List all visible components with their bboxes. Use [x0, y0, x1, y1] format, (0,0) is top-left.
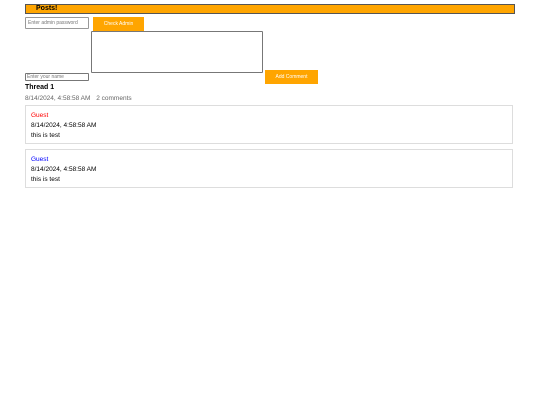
comment-timestamp: 8/14/2024, 4:58:58 AM — [31, 166, 97, 173]
header-bar: Posts! — [25, 4, 515, 14]
comment-timestamp: 8/14/2024, 4:58:58 AM — [31, 122, 97, 129]
thread-timestamp: 8/14/2024, 4:58:58 AM — [25, 95, 91, 102]
admin-password-input[interactable] — [25, 17, 89, 29]
page-title: Posts! — [36, 5, 58, 12]
comment-text: this is test — [31, 176, 60, 183]
comment-author: Guest — [31, 112, 49, 119]
thread-meta: 8/14/2024, 4:58:58 AM 2 comments — [25, 94, 132, 103]
thread-title: Thread 1 — [25, 84, 55, 91]
comment-text: this is test — [31, 132, 60, 139]
comment-card: Guest 8/14/2024, 4:58:58 AM this is test — [25, 105, 513, 144]
name-input[interactable] — [25, 73, 89, 81]
comment-textarea[interactable] — [91, 31, 263, 73]
check-admin-button[interactable]: Check Admin — [93, 17, 144, 31]
page: Posts! Check Admin Add Comment Thread 1 … — [0, 0, 540, 405]
comment-author: Guest — [31, 156, 49, 163]
comment-count: 2 comments — [96, 95, 132, 102]
comment-card: Guest 8/14/2024, 4:58:58 AM this is test — [25, 149, 513, 188]
add-comment-button[interactable]: Add Comment — [265, 70, 318, 84]
